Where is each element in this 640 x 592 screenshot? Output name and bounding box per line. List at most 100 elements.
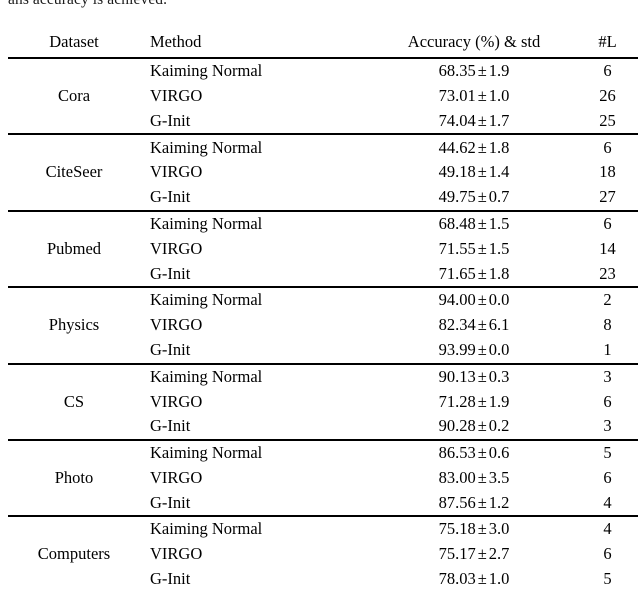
accuracy-mean: 87.56 xyxy=(438,492,476,512)
column-header-layers: #L xyxy=(598,32,617,52)
accuracy-std: 2.7 xyxy=(488,544,510,564)
accuracy-mean: 49.75 xyxy=(438,187,476,207)
plus-minus-icon: ± xyxy=(477,391,487,411)
plus-minus-icon: ± xyxy=(477,366,487,386)
table-body: Cora Kaiming Normal 68.35 ±1.9 6 VIRGO 73.01 ±1… xyxy=(8,56,638,592)
cell-accuracy: 90.28 ±0.2 xyxy=(377,414,577,440)
accuracy-std: 1.8 xyxy=(488,263,510,283)
plus-minus-icon: ± xyxy=(477,315,487,335)
accuracy-mean: 90.28 xyxy=(438,416,476,436)
table-row: CiteSeer Kaiming Normal 44.62 ±1.8 6 xyxy=(8,133,638,211)
cell-method: Kaiming Normal xyxy=(140,286,377,313)
table-row: Photo Kaiming Normal 86.53 ±0.6 5 xyxy=(8,438,638,517)
cell-layers: 8 xyxy=(603,315,612,335)
cell-method: VIRGO xyxy=(150,162,203,182)
cell-accuracy: 74.04 ±1.7 xyxy=(377,109,577,135)
table-row: Physics Kaiming Normal 94.00 ±0.0 2 xyxy=(8,286,638,364)
cell-accuracy: 78.03 ±1.0 xyxy=(377,567,577,592)
accuracy-mean: 68.48 xyxy=(438,213,476,233)
plus-minus-icon: ± xyxy=(477,290,487,310)
accuracy-mean: 44.62 xyxy=(438,137,476,157)
plus-minus-icon: ± xyxy=(477,61,487,81)
cell-dataset: Photo xyxy=(8,438,140,517)
cell-layers: 6 xyxy=(577,209,638,237)
cell-method: Kaiming Normal xyxy=(140,515,377,543)
table-row: Cora Kaiming Normal 68.35 ±1.9 6 xyxy=(8,56,638,135)
cell-method: VIRGO xyxy=(150,315,203,335)
cell-layers: 3 xyxy=(577,362,638,390)
plus-minus-icon: ± xyxy=(477,263,487,283)
cell-dataset: CiteSeer xyxy=(8,133,140,211)
plus-minus-icon: ± xyxy=(477,443,487,463)
cell-layers: 1 xyxy=(603,339,612,359)
cell-layers: 14 xyxy=(599,238,616,258)
accuracy-mean: 73.01 xyxy=(438,85,476,105)
cell-accuracy: 75.17 ±2.7 xyxy=(377,542,577,567)
cell-layers: 6 xyxy=(603,391,612,411)
accuracy-mean: 86.53 xyxy=(438,443,476,463)
cell-accuracy: 73.01 ±1.0 xyxy=(377,84,577,109)
cell-method: Kaiming Normal xyxy=(140,438,377,466)
table-row: Pubmed Kaiming Normal 68.48 ±1.5 6 xyxy=(8,209,638,288)
cell-layers: 6 xyxy=(577,133,638,161)
cell-method: G-Init xyxy=(150,339,191,359)
accuracy-std: 0.2 xyxy=(488,416,510,436)
cell-accuracy: 71.28 ±1.9 xyxy=(377,389,577,414)
cell-accuracy: 71.55 ±1.5 xyxy=(377,237,577,262)
accuracy-std: 1.0 xyxy=(488,85,510,105)
cell-layers: 5 xyxy=(577,438,638,466)
cell-layers: 6 xyxy=(577,57,638,84)
accuracy-mean: 93.99 xyxy=(438,339,476,359)
cell-method: VIRGO xyxy=(150,391,203,411)
table-row: Computers Kaiming Normal 75.18 ±3.0 4 xyxy=(8,515,638,592)
accuracy-mean: 94.00 xyxy=(438,290,476,310)
cell-accuracy: 49.18 ±1.4 xyxy=(377,160,577,185)
cell-method: G-Init xyxy=(150,187,191,207)
cell-accuracy: 75.18 ±3.0 xyxy=(377,515,577,543)
cell-method: Kaiming Normal xyxy=(140,57,377,84)
cell-layers: 6 xyxy=(603,467,612,487)
accuracy-std: 0.6 xyxy=(488,443,510,463)
cell-layers: 4 xyxy=(577,515,638,543)
accuracy-std: 1.8 xyxy=(488,137,510,157)
accuracy-mean: 71.55 xyxy=(438,238,476,258)
cell-layers: 26 xyxy=(599,85,616,105)
accuracy-std: 1.0 xyxy=(488,569,510,589)
cell-method: VIRGO xyxy=(150,238,203,258)
cell-accuracy: 87.56 ±1.2 xyxy=(377,491,577,517)
cell-method: VIRGO xyxy=(150,544,203,564)
accuracy-mean: 82.34 xyxy=(438,315,476,335)
cell-layers: 27 xyxy=(599,187,616,207)
plus-minus-icon: ± xyxy=(477,544,487,564)
accuracy-std: 3.5 xyxy=(488,467,510,487)
cell-method: G-Init xyxy=(150,416,191,436)
plus-minus-icon: ± xyxy=(477,519,487,539)
cell-method: G-Init xyxy=(150,263,191,283)
cell-accuracy: 44.62 ±1.8 xyxy=(377,133,577,161)
accuracy-mean: 71.28 xyxy=(438,391,476,411)
cell-layers: 2 xyxy=(577,286,638,313)
cell-method: G-Init xyxy=(150,492,191,512)
cell-accuracy: 93.99 ±0.0 xyxy=(377,338,577,364)
cell-accuracy: 68.48 ±1.5 xyxy=(377,209,577,237)
accuracy-std: 1.9 xyxy=(488,391,510,411)
cell-layers: 4 xyxy=(603,492,612,512)
cell-method: G-Init xyxy=(150,110,191,130)
cell-method: Kaiming Normal xyxy=(140,362,377,390)
cell-dataset: Cora xyxy=(8,56,140,135)
plus-minus-icon: ± xyxy=(477,416,487,436)
table-header-row: Dataset Method Accuracy (%) & std #L xyxy=(8,28,638,58)
cell-layers: 18 xyxy=(599,162,616,182)
plus-minus-icon: ± xyxy=(477,85,487,105)
accuracy-mean: 74.04 xyxy=(438,110,476,130)
column-header-dataset: Dataset xyxy=(49,32,99,52)
column-header-method: Method xyxy=(150,32,202,52)
plus-minus-icon: ± xyxy=(477,492,487,512)
accuracy-mean: 71.65 xyxy=(438,263,476,283)
plus-minus-icon: ± xyxy=(477,238,487,258)
plus-minus-icon: ± xyxy=(477,162,487,182)
cell-layers: 3 xyxy=(603,416,612,436)
cell-accuracy: 90.13 ±0.3 xyxy=(377,362,577,390)
cell-method: VIRGO xyxy=(150,85,203,105)
cell-accuracy: 71.65 ±1.8 xyxy=(377,261,577,287)
